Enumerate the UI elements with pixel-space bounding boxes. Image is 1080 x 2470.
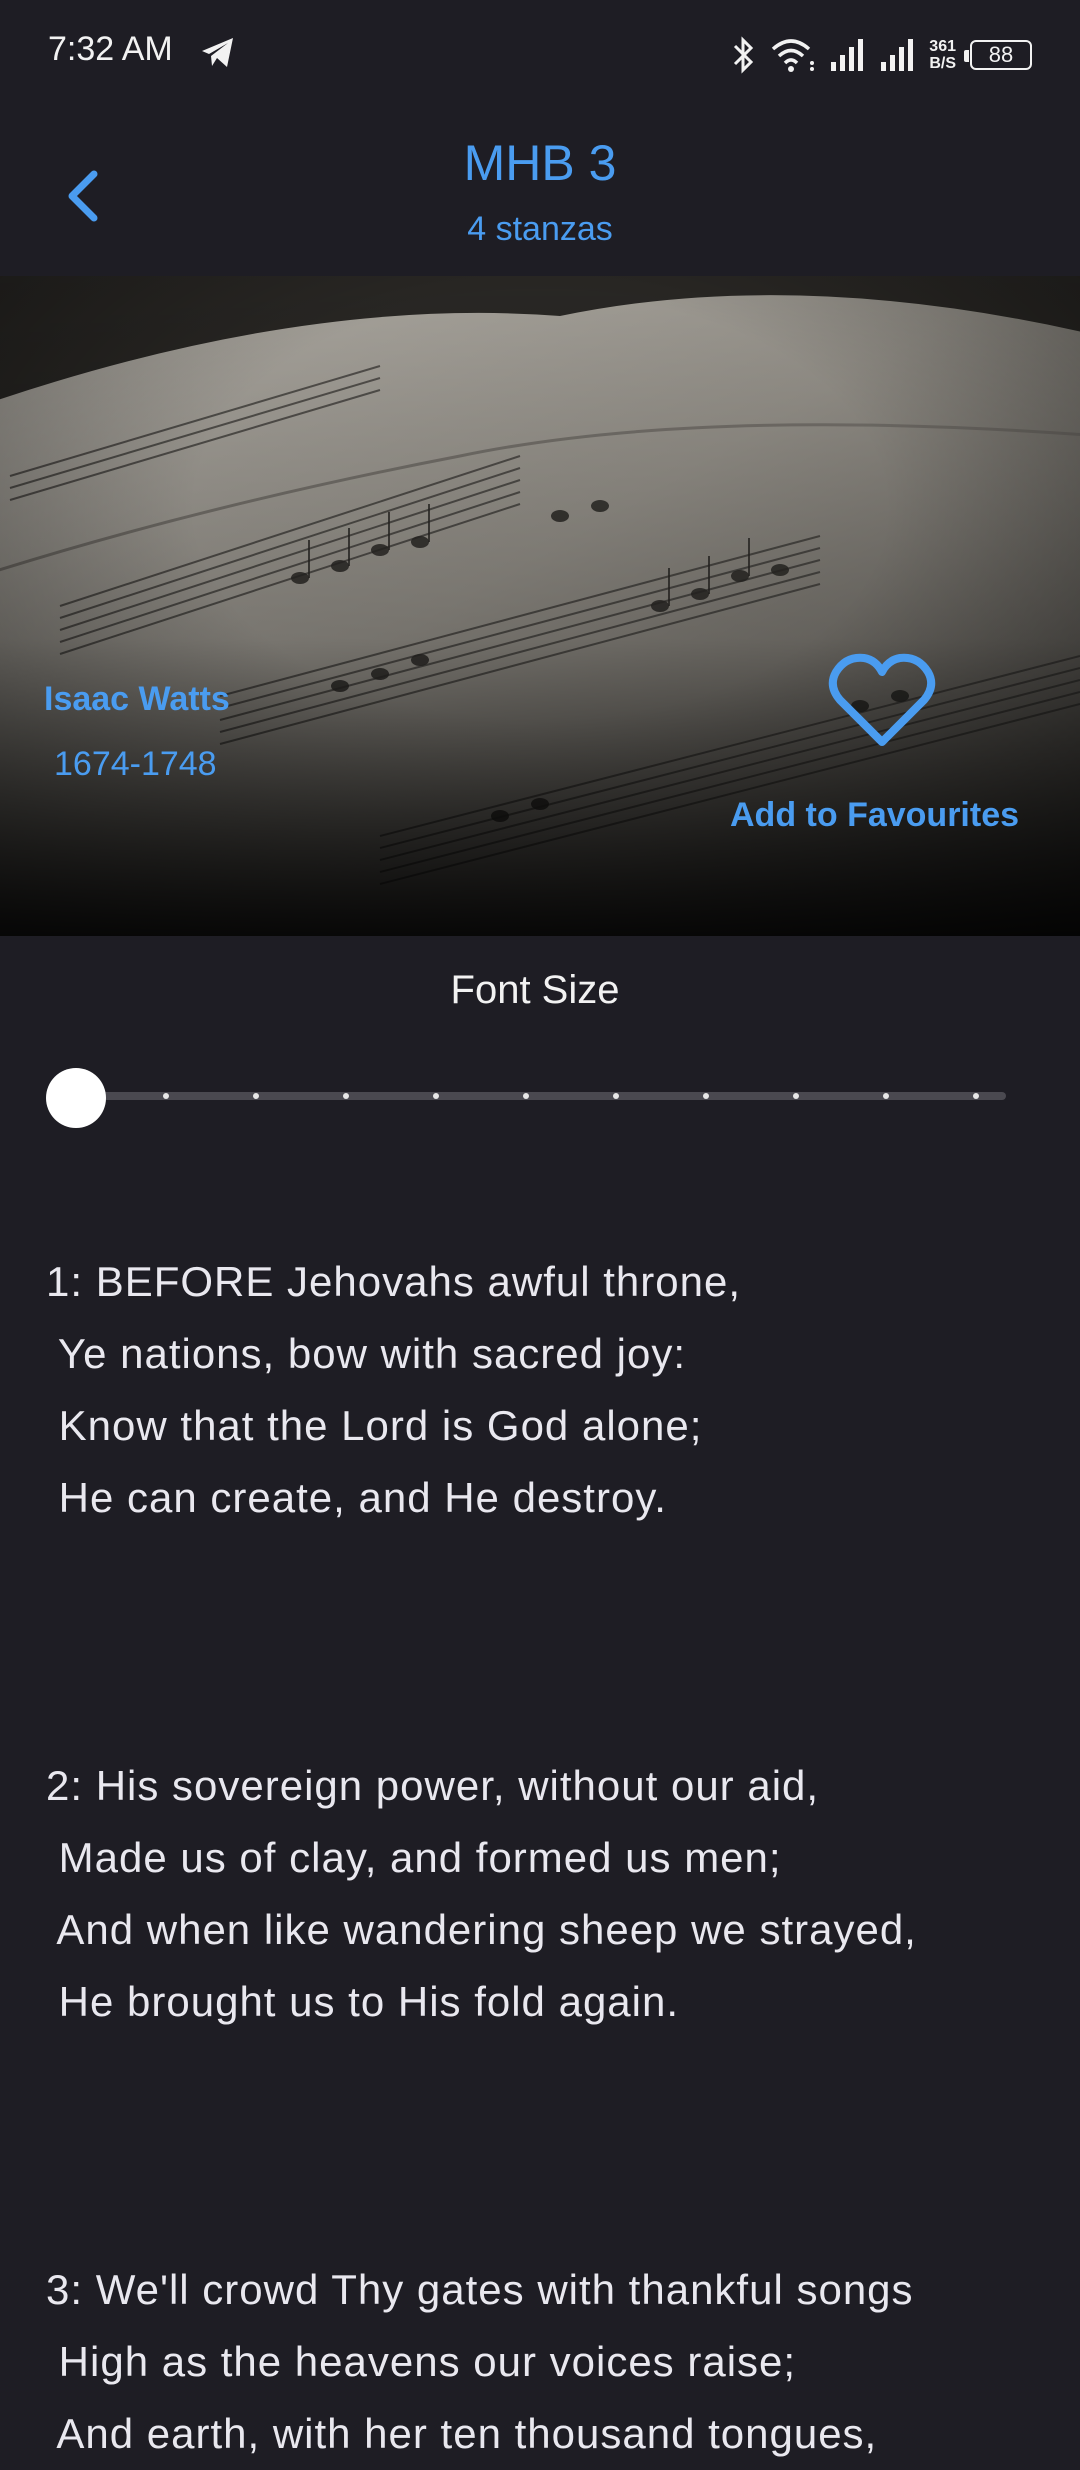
- slider-track[interactable]: [70, 1092, 1006, 1100]
- stanza-line: And earth, with her ten thousand tongues…: [46, 2410, 878, 2457]
- stanza-line: Made us of clay, and formed us men;: [46, 1834, 782, 1881]
- slider-tick: [793, 1093, 799, 1099]
- network-speed-value: 361: [929, 38, 956, 55]
- font-size-slider[interactable]: [46, 1068, 1006, 1128]
- stanza-line: High as the heavens our voices raise;: [46, 2338, 797, 2385]
- app-header: MHB 3 4 stanzas: [0, 110, 1080, 276]
- stanza: 3: We'll crowd Thy gates with thankful s…: [46, 2254, 914, 2470]
- stanza: 1: BEFORE Jehovahs awful throne, Ye nati…: [46, 1246, 741, 1534]
- stanza-line: Ye nations, bow with sacred joy:: [46, 1330, 687, 1377]
- font-size-label: Font Size: [450, 968, 620, 1012]
- status-time: 7:32 AM: [48, 30, 173, 68]
- stanza-line: 3: We'll crowd Thy gates with thankful s…: [46, 2266, 914, 2313]
- stanza-line: And when like wandering sheep we strayed…: [46, 1906, 917, 1953]
- bluetooth-icon: [734, 36, 754, 74]
- author-years: 1674-1748: [54, 745, 217, 783]
- wifi-icon: [772, 39, 815, 72]
- signal-icon-1: [831, 39, 864, 71]
- hymn-title: MHB 3: [463, 135, 617, 191]
- status-icons: 361 B/S 88: [731, 30, 1032, 80]
- slider-tick: [973, 1093, 979, 1099]
- stanza-count: 4 stanzas: [467, 210, 613, 248]
- add-to-favourites-button[interactable]: Add to Favourites: [730, 796, 1019, 835]
- slider-thumb[interactable]: [46, 1068, 106, 1128]
- telegram-icon: [202, 38, 233, 67]
- slider-tick: [433, 1093, 439, 1099]
- stanza-line: Know that the Lord is God alone;: [46, 1402, 703, 1449]
- signal-icon-2: [881, 39, 914, 71]
- hymn-header-image: Isaac Watts 1674-1748 Add to Favourites: [0, 276, 1080, 936]
- slider-tick: [343, 1093, 349, 1099]
- sheet-music-image: [0, 276, 1080, 936]
- slider-tick: [613, 1093, 619, 1099]
- status-bar: 7:32 AM 361 B/S 88: [0, 0, 1080, 110]
- author-name: Isaac Watts: [44, 680, 230, 718]
- slider-tick: [163, 1093, 169, 1099]
- heart-icon[interactable]: [826, 652, 938, 752]
- stanza-line: 2: His sovereign power, without our aid,: [46, 1762, 820, 1809]
- slider-tick: [883, 1093, 889, 1099]
- slider-tick: [523, 1093, 529, 1099]
- stanza-line: He brought us to His fold again.: [46, 1978, 680, 2025]
- battery-icon: 88: [964, 40, 1032, 70]
- slider-tick: [703, 1093, 709, 1099]
- stanza-line: He can create, and He destroy.: [46, 1474, 667, 1521]
- stanza: 2: His sovereign power, without our aid,…: [46, 1750, 917, 2038]
- battery-level: 88: [988, 42, 1014, 67]
- slider-tick: [253, 1093, 259, 1099]
- stanza-line: 1: BEFORE Jehovahs awful throne,: [46, 1258, 741, 1305]
- network-speed-unit: B/S: [929, 55, 956, 72]
- network-speed: 361 B/S: [929, 38, 956, 72]
